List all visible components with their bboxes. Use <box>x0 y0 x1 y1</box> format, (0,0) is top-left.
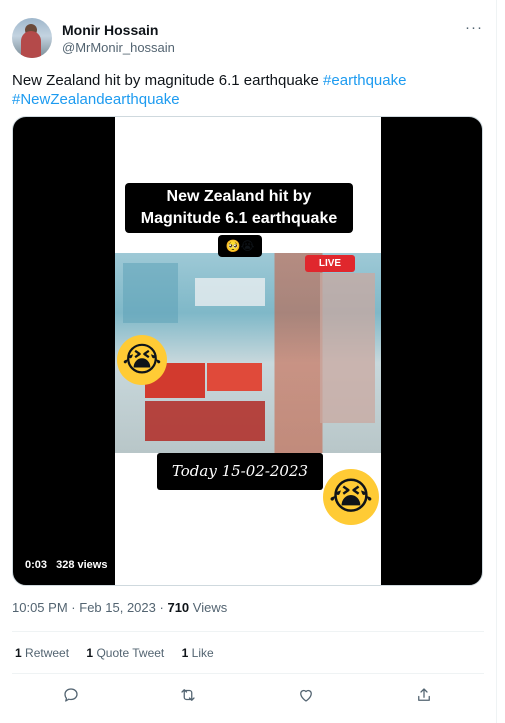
tweet-time: 10:05 PM <box>12 600 68 615</box>
more-horizontal-icon[interactable]: ··· <box>464 20 484 40</box>
divider <box>12 631 484 632</box>
share-icon <box>418 688 430 701</box>
overlay-title: New Zealand hit by Magnitude 6.1 earthqu… <box>125 183 353 233</box>
author-name[interactable]: Monir Hossain <box>62 22 158 38</box>
date-caption: Today 15-02-2023 <box>157 453 323 490</box>
share-button[interactable] <box>410 681 438 709</box>
author-handle[interactable]: @MrMonir_hossain <box>62 40 175 55</box>
timestamp-separator-2: · <box>159 600 164 615</box>
timestamp-separator: · <box>71 600 76 615</box>
column-border <box>496 0 497 723</box>
hashtag-newzealandearthquake[interactable]: #NewZealandearthquake <box>12 91 180 108</box>
tweet-timestamp[interactable]: 10:05 PM · Feb 15, 2023 · 710 Views <box>12 600 227 615</box>
like-button[interactable] <box>292 681 320 709</box>
live-badge: LIVE <box>305 255 355 272</box>
hashtag-earthquake[interactable]: #earthquake <box>323 72 406 89</box>
stat-retweets[interactable]: 1 Retweet <box>15 646 69 660</box>
emoji-sticker-small: 🥺😭 <box>218 235 262 257</box>
tweet-text: New Zealand hit by magnitude 6.1 earthqu… <box>12 71 482 109</box>
video-views: 328 views <box>56 559 108 571</box>
tweet-header: Monir Hossain @MrMonir_hossain ··· <box>12 18 484 62</box>
tweet-views-label: Views <box>192 600 228 615</box>
avatar[interactable] <box>12 18 52 58</box>
tweet-body: New Zealand hit by magnitude 6.1 earthqu… <box>12 72 319 89</box>
avatar-body <box>21 31 41 58</box>
divider <box>12 673 484 674</box>
video-time: 0:03 <box>25 559 48 571</box>
retweet-button[interactable] <box>174 681 202 709</box>
heart-icon <box>300 689 312 702</box>
tweet-date: Feb 15, 2023 <box>79 600 156 615</box>
tweet-views-count: 710 <box>167 600 190 615</box>
stat-likes[interactable]: 1 Like <box>182 646 214 660</box>
crying-emoji-right: 😭 <box>323 469 379 525</box>
tweet-actions <box>12 681 484 709</box>
reply-button[interactable] <box>57 681 85 709</box>
engagement-stats: 1 Retweet 1 Quote Tweet 1 Like <box>15 646 228 660</box>
reply-icon <box>64 688 78 702</box>
crying-emoji-left: 😭 <box>117 335 167 385</box>
video-player[interactable]: New Zealand hit by Magnitude 6.1 earthqu… <box>12 116 483 586</box>
stat-quote-tweets[interactable]: 1 Quote Tweet <box>86 646 164 660</box>
retweet-icon <box>181 689 195 701</box>
video-meta: 0:03 328 views <box>25 559 113 571</box>
video-frame: New Zealand hit by Magnitude 6.1 earthqu… <box>115 117 381 585</box>
